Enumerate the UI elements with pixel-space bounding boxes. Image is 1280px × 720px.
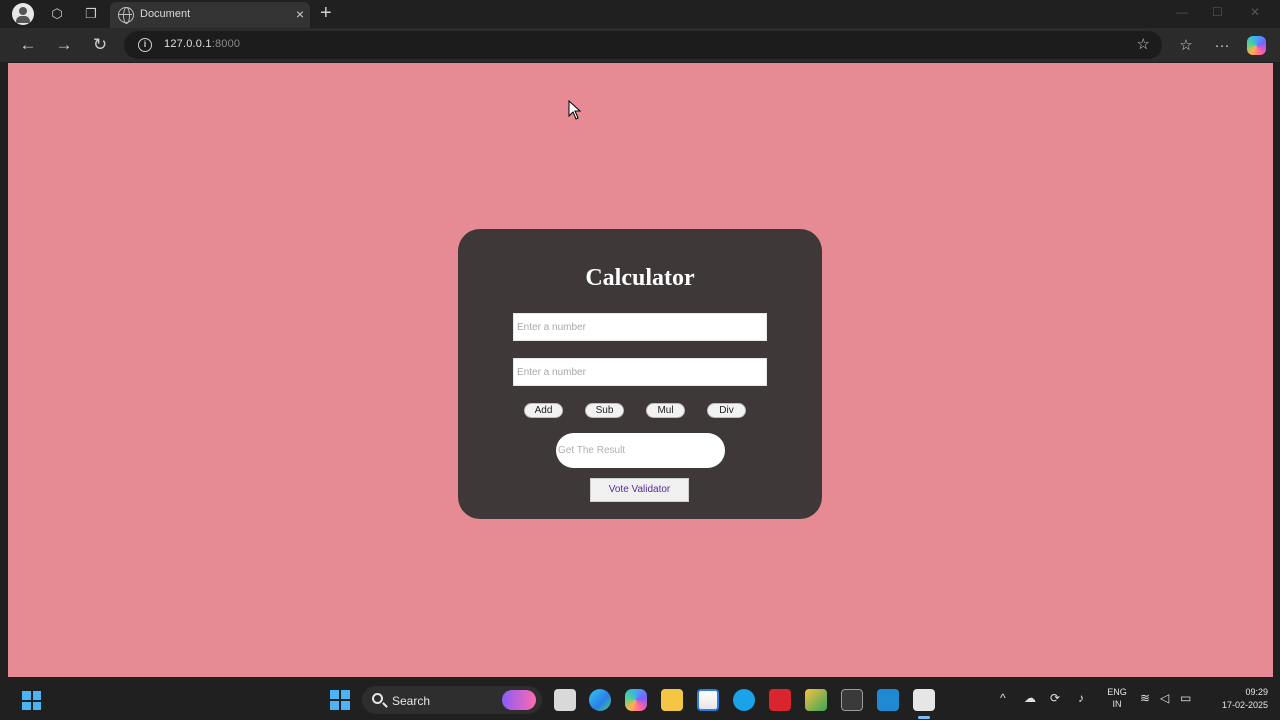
- taskbar-search[interactable]: Search: [362, 686, 542, 714]
- calculator-title: Calculator: [585, 265, 695, 291]
- widgets-icon[interactable]: [22, 691, 41, 710]
- globe-icon: [118, 7, 134, 24]
- terminal-icon[interactable]: [841, 689, 863, 711]
- language-code: ENG: [1107, 687, 1127, 697]
- close-window-icon[interactable]: ✕: [1250, 5, 1260, 19]
- vote-validator-button[interactable]: Vote Validator: [590, 478, 689, 502]
- store-icon[interactable]: [697, 689, 719, 711]
- search-highlight-icon: [502, 690, 536, 710]
- second-number-input[interactable]: [513, 358, 767, 386]
- close-tab-icon[interactable]: ×: [296, 6, 304, 22]
- active-app-icon[interactable]: [913, 689, 935, 719]
- site-info-icon[interactable]: i: [138, 38, 152, 52]
- antivirus-icon[interactable]: [769, 689, 791, 711]
- mouse-cursor-icon: [568, 100, 582, 120]
- maximize-icon[interactable]: ☐: [1212, 5, 1223, 19]
- vscode-icon[interactable]: [877, 689, 899, 711]
- language-indicator[interactable]: ENG IN: [1104, 686, 1130, 710]
- first-number-input[interactable]: [513, 313, 767, 341]
- task-view-icon[interactable]: [554, 689, 576, 711]
- favorite-star-icon[interactable]: ☆: [1137, 35, 1150, 53]
- minimize-icon[interactable]: —: [1176, 5, 1188, 19]
- browser-titlebar: ⬡ ❐ Document × + — ☐ ✕: [0, 0, 1280, 28]
- url-host: 127.0.0.1: [164, 38, 212, 50]
- add-button[interactable]: Add: [524, 403, 563, 418]
- file-explorer-icon[interactable]: [661, 689, 683, 711]
- clock[interactable]: 09:29 17-02-2025: [1200, 686, 1268, 712]
- url-port: :8000: [211, 38, 241, 50]
- region-code: IN: [1112, 699, 1122, 709]
- new-tab-button[interactable]: +: [320, 2, 332, 25]
- result-field[interactable]: [556, 433, 725, 468]
- address-bar[interactable]: i 127.0.0.1:8000 ☆: [124, 31, 1162, 59]
- tray-overflow-icon[interactable]: ^: [1000, 691, 1006, 705]
- browser-toolbar: ← → ↻ i 127.0.0.1:8000 ☆ ☆ ···: [0, 28, 1280, 62]
- favorites-icon[interactable]: ☆: [1175, 34, 1197, 56]
- start-button-icon[interactable]: [330, 690, 350, 710]
- clock-time: 09:29: [1245, 687, 1268, 697]
- search-icon: [372, 693, 383, 704]
- more-menu-icon[interactable]: ···: [1211, 34, 1233, 56]
- back-button[interactable]: ←: [15, 32, 41, 58]
- mul-button[interactable]: Mul: [646, 403, 685, 418]
- div-button[interactable]: Div: [707, 403, 746, 418]
- tab-document[interactable]: Document ×: [110, 2, 310, 28]
- sub-button[interactable]: Sub: [585, 403, 624, 418]
- taskbar: Search ^ ☁ ⟳ ♪ ENG IN ≋ ◁ ▭ 09:29 17-02-…: [0, 680, 1280, 720]
- workspaces-icon[interactable]: ⬡: [46, 4, 68, 24]
- microphone-icon[interactable]: ♪: [1078, 691, 1084, 705]
- page-viewport: Calculator Add Sub Mul Div Vote Validato…: [8, 63, 1273, 677]
- calculator-card: Calculator Add Sub Mul Div Vote Validato…: [458, 229, 822, 519]
- search-label: Search: [392, 694, 431, 708]
- tab-title: Document: [140, 8, 191, 20]
- onedrive-icon[interactable]: ☁: [1024, 691, 1036, 705]
- url-text: 127.0.0.1:8000: [164, 38, 240, 50]
- forward-button[interactable]: →: [51, 32, 77, 58]
- copilot-taskbar-icon[interactable]: [625, 689, 647, 711]
- volume-icon[interactable]: ◁: [1160, 691, 1169, 705]
- reload-button[interactable]: ↻: [87, 32, 113, 58]
- edge-icon[interactable]: [589, 689, 611, 711]
- app-icon[interactable]: [805, 689, 827, 711]
- wifi-icon[interactable]: ≋: [1140, 691, 1150, 705]
- sync-icon[interactable]: ⟳: [1050, 691, 1060, 705]
- browser-app-icon[interactable]: [733, 689, 755, 711]
- copilot-icon[interactable]: [1247, 36, 1266, 55]
- battery-icon[interactable]: ▭: [1180, 691, 1191, 705]
- tab-actions-icon[interactable]: ❐: [80, 4, 102, 24]
- clock-date: 17-02-2025: [1221, 700, 1268, 710]
- profile-icon[interactable]: [12, 3, 34, 25]
